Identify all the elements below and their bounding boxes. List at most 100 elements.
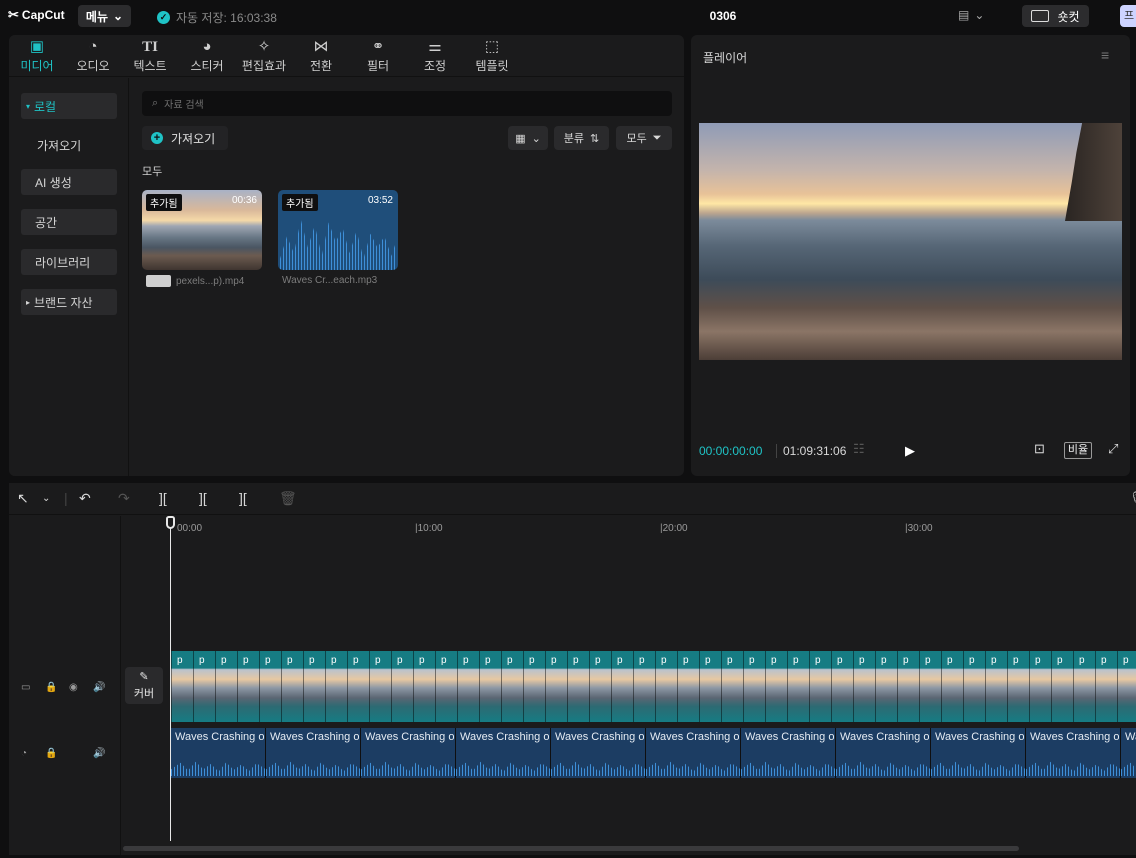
waveform	[1026, 761, 1120, 776]
waveform	[266, 761, 360, 776]
caret-right-icon: ▸	[26, 297, 31, 307]
audio-clip[interactable]: Waves Crashing o	[1026, 728, 1121, 778]
play-icon[interactable]: ▶	[905, 443, 915, 459]
lock-icon[interactable]: 🔒	[45, 748, 57, 759]
tab-text[interactable]: TI 텍스트	[122, 37, 178, 75]
video-preview[interactable]	[699, 123, 1122, 360]
delete-left-icon[interactable]: ][	[199, 490, 207, 506]
waveform	[280, 219, 396, 270]
shortcut-button[interactable]: 숏컷	[1022, 5, 1089, 27]
layout-button[interactable]: ▤ ⌄	[958, 8, 984, 22]
layout-icon: ▤	[958, 8, 970, 22]
text-icon: TI	[142, 39, 158, 55]
chevron-down-icon[interactable]: ⌄	[42, 493, 50, 504]
undo-icon[interactable]: ↶	[79, 490, 91, 507]
transition-icon: ⋈	[313, 38, 329, 55]
fullscreen-icon[interactable]: ⤢	[1108, 441, 1118, 457]
sidebar-item-library[interactable]: 라이브러리	[21, 249, 117, 275]
preview-cliff	[1065, 123, 1122, 221]
audio-clip[interactable]: Waves Crashing o	[171, 728, 266, 778]
playhead[interactable]	[170, 516, 171, 841]
hamburger-menu-icon[interactable]: ≡	[1101, 47, 1109, 63]
tab-sticker[interactable]: ◕ 스티커	[179, 37, 235, 75]
frame-label: p	[1057, 655, 1063, 666]
pro-button[interactable]: 프	[1120, 5, 1136, 27]
tab-template[interactable]: ⬚ 템플릿	[464, 37, 520, 75]
tab-media[interactable]: ▣ 미디어	[9, 37, 65, 75]
frame-labels: pppppppppppppppppppppppppppppppppppppppp…	[171, 655, 1136, 667]
audio-clip[interactable]: Waves Crashing o	[456, 728, 551, 778]
audio-clip[interactable]: Waves Crashing o	[741, 728, 836, 778]
horizontal-scrollbar[interactable]	[123, 846, 1019, 851]
media-card-audio[interactable]: 추가됨 03:52	[278, 190, 398, 270]
audio-clip[interactable]: Waves Crashing o	[266, 728, 361, 778]
sidebar-item-local[interactable]: ▾ 로컬	[21, 93, 117, 119]
audio-track-icon: ◔	[21, 748, 28, 759]
tab-filter[interactable]: ⚭ 필터	[350, 37, 406, 75]
frame-label: p	[1123, 655, 1129, 666]
ruler-tick: |30:00	[905, 523, 933, 534]
audio-clip[interactable]: Waves Crashing o	[1121, 728, 1136, 778]
ratio-button[interactable]: 비율	[1064, 442, 1092, 459]
timeline-panel: ↖ ⌄ | ↶ ↷ ][ ][ ][ 🗑 🎙 ▭ 🔒 ◉ 🔊 ◔ 🔒 🔊 00:…	[9, 483, 1136, 855]
file-name: pexels...p).mp4	[176, 275, 245, 287]
video-clip[interactable]: pppppppppppppppppppppppppppppppppppppppp…	[171, 651, 1136, 722]
tab-label: 필터	[366, 59, 390, 73]
frame-label: p	[639, 655, 645, 666]
search-input[interactable]: ⌕ 자료 검색	[142, 91, 672, 116]
trash-icon[interactable]: 🗑	[279, 490, 297, 507]
frame-label: p	[991, 655, 997, 666]
tab-label: 편집효과	[241, 59, 287, 73]
split-icon[interactable]: ][	[159, 490, 167, 506]
volume-icon[interactable]: 🔊	[93, 748, 105, 759]
audio-clip[interactable]: Waves Crashing o	[646, 728, 741, 778]
audio-clip-label: Waves Crashing o	[270, 731, 360, 743]
frame-label: p	[265, 655, 271, 666]
delete-right-icon[interactable]: ][	[239, 490, 247, 506]
playhead-handle[interactable]	[166, 516, 175, 529]
template-icon: ⬚	[484, 38, 500, 55]
tab-adjust[interactable]: ⚌ 조정	[407, 37, 463, 75]
video-track-icon: ▭	[21, 682, 31, 693]
cover-button[interactable]: ✎ 커버	[125, 667, 163, 704]
filter-icon: ⚭	[371, 38, 385, 55]
view-mode-button[interactable]: ▦ ⌄	[508, 126, 548, 150]
frame-label: p	[837, 655, 843, 666]
frame-label: p	[529, 655, 535, 666]
tab-transition[interactable]: ⋈ 전환	[293, 37, 349, 75]
sort-button[interactable]: 분류 ⇅	[554, 126, 609, 150]
frame-label: p	[749, 655, 755, 666]
sidebar-item-brand[interactable]: ▸ 브랜드 자산	[21, 289, 117, 315]
frame-label: p	[397, 655, 403, 666]
audio-track: Waves Crashing o Waves Crashing o Waves Cr…	[171, 728, 1136, 778]
zoom-fit-icon[interactable]: ⊡	[1034, 441, 1045, 457]
media-card-video[interactable]: 추가됨 00:36	[142, 190, 262, 270]
filter-button[interactable]: 모두 ⏷	[616, 126, 672, 150]
frame-label: p	[573, 655, 579, 666]
frame-label: p	[661, 655, 667, 666]
effects-icon: ✧	[257, 38, 271, 55]
timeline-view-icon[interactable]: ☷	[853, 441, 865, 457]
microphone-icon[interactable]: 🎙	[1129, 490, 1136, 507]
frame-label: p	[1013, 655, 1019, 666]
volume-icon[interactable]: 🔊	[93, 682, 105, 693]
sidebar-item-import[interactable]: 가져오기	[21, 132, 117, 158]
audio-clip[interactable]: Waves Crashing o	[931, 728, 1026, 778]
frame-label: p	[727, 655, 733, 666]
divider: |	[64, 490, 68, 506]
redo-icon[interactable]: ↷	[118, 490, 130, 507]
waveform	[361, 761, 455, 776]
added-badge: 추가됨	[146, 194, 182, 211]
select-tool-icon[interactable]: ↖	[17, 490, 29, 507]
tab-effects[interactable]: ✧ 편집효과	[236, 37, 292, 75]
lock-icon[interactable]: 🔒	[45, 682, 57, 693]
ruler-tick: |20:00	[660, 523, 688, 534]
tab-audio[interactable]: ◔ 오디오	[65, 37, 121, 75]
audio-clip[interactable]: Waves Crashing o	[551, 728, 646, 778]
audio-clip[interactable]: Waves Crashing o	[836, 728, 931, 778]
import-button[interactable]: + 가져오기	[142, 126, 228, 150]
sidebar-item-ai[interactable]: AI 생성	[21, 169, 117, 195]
sidebar-item-space[interactable]: 공간	[21, 209, 117, 235]
audio-clip[interactable]: Waves Crashing o	[361, 728, 456, 778]
eye-icon[interactable]: ◉	[69, 682, 78, 693]
